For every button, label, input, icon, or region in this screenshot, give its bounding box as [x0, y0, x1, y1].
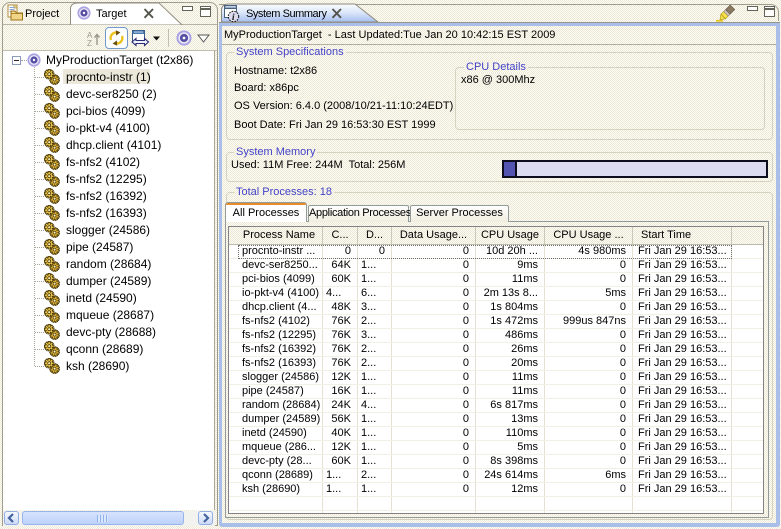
svg-text:Z: Z [87, 39, 92, 47]
